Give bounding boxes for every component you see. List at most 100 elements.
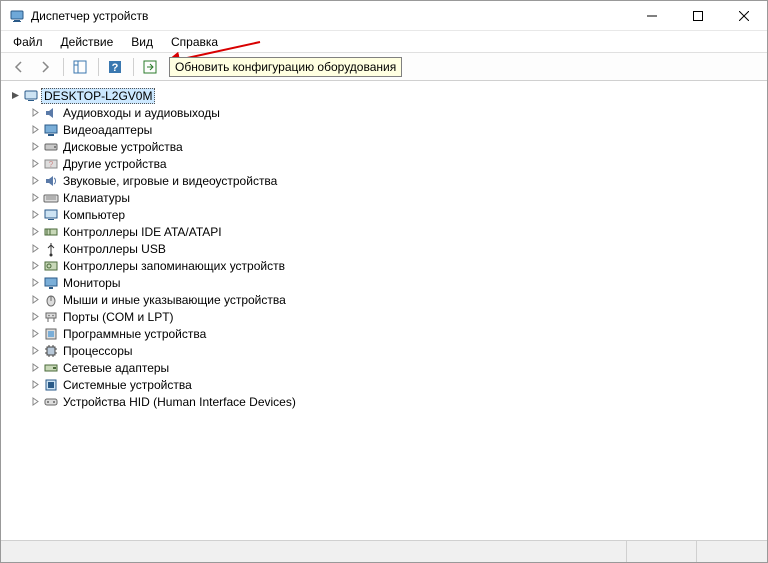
tree-node-label: Контроллеры USB <box>63 242 166 256</box>
tree-node[interactable]: Контроллеры запоминающих устройств <box>27 257 767 274</box>
tree-node[interactable]: Системные устройства <box>27 376 767 393</box>
expander-icon[interactable] <box>29 345 41 357</box>
system-device-icon <box>43 377 59 393</box>
tree-node[interactable]: Клавиатуры <box>27 189 767 206</box>
toolbar-separator <box>133 58 134 76</box>
show-hide-console-tree-button[interactable] <box>68 56 92 78</box>
maximize-button[interactable] <box>675 1 721 30</box>
expander-icon[interactable] <box>29 362 41 374</box>
tree-node-label: Дисковые устройства <box>63 140 183 154</box>
tree-root-node[interactable]: DESKTOP-L2GV0M <box>7 87 767 104</box>
tree-node[interactable]: Мониторы <box>27 274 767 291</box>
status-cell <box>697 541 767 562</box>
status-cell <box>627 541 697 562</box>
hid-icon <box>43 394 59 410</box>
monitor-icon <box>43 275 59 291</box>
processor-icon <box>43 343 59 359</box>
software-device-icon <box>43 326 59 342</box>
svg-text:?: ? <box>49 160 54 169</box>
tree-node[interactable]: Порты (COM и LPT) <box>27 308 767 325</box>
disk-drive-icon <box>43 139 59 155</box>
tree-node-label: Контроллеры IDE ATA/ATAPI <box>63 225 222 239</box>
expander-icon[interactable] <box>29 209 41 221</box>
tree-node[interactable]: Мыши и иные указывающие устройства <box>27 291 767 308</box>
app-icon <box>9 8 25 24</box>
toolbar-separator <box>63 58 64 76</box>
computer-icon <box>43 207 59 223</box>
tree-node-label: Процессоры <box>63 344 133 358</box>
expander-icon[interactable] <box>29 124 41 136</box>
status-cell <box>1 541 627 562</box>
tree-node-label: Компьютер <box>63 208 125 222</box>
menu-file[interactable]: Файл <box>5 33 51 51</box>
expander-icon[interactable] <box>29 141 41 153</box>
tree-node[interactable]: Контроллеры IDE ATA/ATAPI <box>27 223 767 240</box>
minimize-button[interactable] <box>629 1 675 30</box>
tree-node[interactable]: Звуковые, игровые и видеоустройства <box>27 172 767 189</box>
window-title: Диспетчер устройств <box>31 9 629 23</box>
tree-node[interactable]: Сетевые адаптеры <box>27 359 767 376</box>
tree-node-label: Сетевые адаптеры <box>63 361 169 375</box>
tree-node[interactable]: Дисковые устройства <box>27 138 767 155</box>
expander-icon[interactable] <box>29 243 41 255</box>
expander-icon[interactable] <box>29 107 41 119</box>
expander-icon[interactable] <box>29 311 41 323</box>
tree-node[interactable]: Устройства HID (Human Interface Devices) <box>27 393 767 410</box>
tree-node-label: Порты (COM и LPT) <box>63 310 174 324</box>
network-adapter-icon <box>43 360 59 376</box>
usb-controller-icon <box>43 241 59 257</box>
tree-node[interactable]: Контроллеры USB <box>27 240 767 257</box>
tree-node-label: Клавиатуры <box>63 191 130 205</box>
menu-action[interactable]: Действие <box>53 33 122 51</box>
expander-icon[interactable] <box>29 175 41 187</box>
tree-node-label: Аудиовходы и аудиовыходы <box>63 106 220 120</box>
tree-node-label: Программные устройства <box>63 327 206 341</box>
tree-node-label: Видеоадаптеры <box>63 123 152 137</box>
toolbar-separator <box>98 58 99 76</box>
display-adapter-icon <box>43 122 59 138</box>
tree-node-label: Системные устройства <box>63 378 192 392</box>
tree-node[interactable]: Компьютер <box>27 206 767 223</box>
tree-node-label: Контроллеры запоминающих устройств <box>63 259 285 273</box>
back-button[interactable] <box>7 56 31 78</box>
close-button[interactable] <box>721 1 767 30</box>
expander-icon[interactable] <box>29 192 41 204</box>
window-controls <box>629 1 767 30</box>
statusbar <box>1 540 767 562</box>
mouse-icon <box>43 292 59 308</box>
tree-node-label: Другие устройства <box>63 157 167 171</box>
menu-help[interactable]: Справка <box>163 33 226 51</box>
toolbar: ? Обновить конфигурацию оборудования <box>1 53 767 81</box>
expander-icon[interactable] <box>29 396 41 408</box>
expander-icon[interactable] <box>29 260 41 272</box>
menubar: Файл Действие Вид Справка <box>1 31 767 53</box>
tree-node[interactable]: ? Другие устройства <box>27 155 767 172</box>
tree-node-label: Мониторы <box>63 276 120 290</box>
device-tree[interactable]: DESKTOP-L2GV0M Аудиовходы и аудиовыходы В… <box>1 81 767 540</box>
expander-icon[interactable] <box>29 379 41 391</box>
ports-icon <box>43 309 59 325</box>
tree-node[interactable]: Аудиовходы и аудиовыходы <box>27 104 767 121</box>
storage-controller-icon <box>43 258 59 274</box>
audio-io-icon <box>43 105 59 121</box>
computer-root-icon <box>23 88 39 104</box>
svg-text:?: ? <box>112 62 119 74</box>
expander-icon[interactable] <box>29 226 41 238</box>
help-button[interactable]: ? <box>103 56 127 78</box>
expander-icon[interactable] <box>29 328 41 340</box>
tooltip: Обновить конфигурацию оборудования <box>169 57 402 77</box>
expander-icon[interactable] <box>29 158 41 170</box>
tree-node-label: Мыши и иные указывающие устройства <box>63 293 286 307</box>
tree-node[interactable]: Видеоадаптеры <box>27 121 767 138</box>
sound-game-video-icon <box>43 173 59 189</box>
menu-view[interactable]: Вид <box>123 33 161 51</box>
keyboard-icon <box>43 190 59 206</box>
action-button[interactable] <box>138 56 162 78</box>
expander-icon[interactable] <box>9 90 21 102</box>
tree-node[interactable]: Программные устройства <box>27 325 767 342</box>
expander-icon[interactable] <box>29 277 41 289</box>
tree-node[interactable]: Процессоры <box>27 342 767 359</box>
forward-button[interactable] <box>33 56 57 78</box>
expander-icon[interactable] <box>29 294 41 306</box>
titlebar: Диспетчер устройств <box>1 1 767 31</box>
